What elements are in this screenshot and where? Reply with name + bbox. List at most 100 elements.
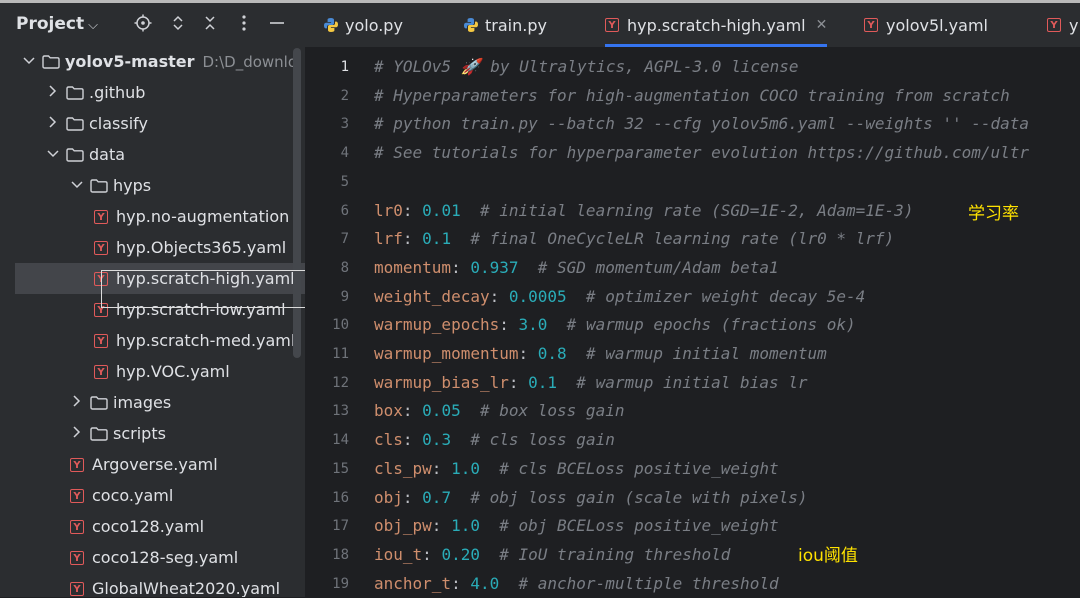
code-line[interactable]: obj_pw: 1.0 # obj BCELoss positive_weigh… <box>374 512 779 540</box>
tree-folder[interactable]: data <box>0 139 305 170</box>
chevron-down-icon[interactable] <box>22 54 36 69</box>
yaml-key: lr0 <box>374 200 403 220</box>
editor-tab-label: yolov5l.yaml <box>886 15 988 35</box>
yaml-file-icon: Y <box>70 550 84 565</box>
code-line[interactable]: warmup_momentum: 0.8 # warmup initial mo… <box>374 340 827 368</box>
code-line[interactable]: # python train.py --batch 32 --cfg yolov… <box>374 110 1029 138</box>
editor-tab-label: train.py <box>485 15 547 35</box>
yaml-file-icon: Y <box>70 457 84 472</box>
tree-item-label: hyp.VOC.yaml <box>116 362 230 381</box>
yaml-file-icon: Y <box>94 209 108 224</box>
expand-collapse-icon[interactable] <box>167 12 189 34</box>
tree-file[interactable]: Yhyp.VOC.yaml <box>0 356 305 387</box>
yaml-key: warmup_momentum <box>374 344 519 363</box>
line-number: 16 <box>332 489 349 506</box>
code-line[interactable]: warmup_epochs: 3.0 # warmup epochs (frac… <box>374 311 856 339</box>
chevron-right-icon[interactable] <box>70 394 84 411</box>
code-comment: # cls BCELoss positive_weight <box>499 458 779 478</box>
tree-file[interactable]: Y Argoverse.yaml <box>0 449 305 480</box>
code-comment: # obj loss gain (scale with pixels) <box>470 487 808 507</box>
line-number: 13 <box>332 403 349 420</box>
code-comment: # cls loss gain <box>470 430 615 450</box>
yaml-value: 0.3 <box>422 430 452 450</box>
folder-icon <box>90 396 108 410</box>
editor-tab[interactable]: yolo.py <box>323 3 403 47</box>
tree-folder[interactable]: images <box>0 387 305 418</box>
tree-file[interactable]: Yhyp.Objects365.yaml <box>0 232 305 263</box>
chevron-right-icon[interactable] <box>46 84 60 101</box>
tree-item-label: .github <box>89 83 146 102</box>
chevron-down-icon[interactable] <box>70 178 84 193</box>
code-line[interactable]: # See tutorials for hyperparameter evolu… <box>374 139 1029 167</box>
close-icon[interactable]: ✕ <box>816 17 828 33</box>
annotation-iou-threshold: iou阈值 <box>798 546 858 566</box>
more-options-icon[interactable] <box>233 12 255 34</box>
code-line[interactable]: momentum: 0.937 # SGD momentum/Adam beta… <box>374 254 779 282</box>
code-line[interactable]: # Hyperparameters for high-augmentation … <box>374 82 1010 110</box>
editor-tab[interactable]: Yhyp.scratch-high.yaml ✕ <box>605 3 828 47</box>
tree-item-label: hyps <box>113 176 152 195</box>
editor-tab[interactable]: train.py <box>463 3 547 47</box>
tree-file[interactable]: Y GlobalWheat2020.yaml <box>0 573 305 597</box>
chevron-right-icon[interactable] <box>70 425 84 442</box>
chevron-right-icon[interactable] <box>46 115 60 132</box>
tree-file[interactable]: Yhyp.scratch-med.yaml <box>0 325 305 356</box>
locate-icon[interactable] <box>132 12 154 34</box>
tree-item-label: hyp.scratch-high.yaml <box>116 269 295 288</box>
editor-tab[interactable]: Yy <box>1047 3 1078 47</box>
code-line[interactable]: iou_t: 0.20 # IoU training threshold <box>374 541 730 569</box>
tree-item-label: coco128.yaml <box>92 517 205 536</box>
tree-file[interactable]: Yhyp.no-augmentation <box>0 201 305 232</box>
yaml-key: warmup_bias_lr <box>374 372 509 392</box>
tree-folder[interactable]: yolov5-master D:\D_downlo <box>0 46 305 77</box>
tree-file[interactable]: Ycoco128-seg.yaml <box>0 542 305 573</box>
yaml-value: 3.0 <box>518 315 548 335</box>
code-comment: # See tutorials for hyperparameter evolu… <box>374 143 1030 163</box>
line-number: 6 <box>340 202 349 219</box>
project-view-selector[interactable]: Project ⌵ <box>16 14 98 34</box>
tree-file[interactable]: Ycoco128.yaml <box>0 511 305 542</box>
tree-file[interactable]: Yhyp.scratch-low.yaml <box>0 294 305 325</box>
line-number: 14 <box>332 432 349 449</box>
line-number: 1 <box>340 59 349 75</box>
yaml-value: 0.0005 <box>508 286 567 306</box>
code-line[interactable]: lrf: 0.1 # final OneCycleLR learning rat… <box>374 225 894 253</box>
tree-file[interactable]: Ycoco.yaml <box>0 480 305 511</box>
folder-icon <box>66 148 84 162</box>
code-line[interactable]: weight_decay: 0.0005 # optimizer weight … <box>374 283 865 311</box>
hide-panel-icon[interactable] <box>266 12 288 34</box>
code-line[interactable]: obj: 0.7 # obj loss gain (scale with pix… <box>374 484 808 512</box>
tree-folder[interactable]: classify <box>0 108 305 139</box>
tree-folder[interactable]: hyps <box>0 170 305 201</box>
tree-item-label: yolov5-master <box>65 52 195 71</box>
line-number: 7 <box>340 231 349 248</box>
tree-folder[interactable]: scripts <box>0 418 305 449</box>
folder-icon <box>66 117 84 131</box>
tree-item-label: hyp.no-augmentation <box>116 207 290 226</box>
code-comment: # initial learning rate (SGD=1E-2, Adam=… <box>479 200 914 220</box>
editor-tab-label: hyp.scratch-high.yaml <box>627 15 806 35</box>
yaml-key: cls <box>374 430 403 450</box>
chevron-down-icon[interactable] <box>46 147 60 162</box>
code-line[interactable]: box: 0.05 # box loss gain <box>374 397 624 425</box>
yaml-file-icon: Y <box>70 519 84 534</box>
collapse-all-icon[interactable] <box>199 12 221 34</box>
code-line[interactable]: # YOLOv5 🚀 by Ultralytics, AGPL-3.0 lice… <box>374 53 799 81</box>
project-scrollbar[interactable] <box>293 48 301 358</box>
code-line[interactable]: warmup_bias_lr: 0.1 # warmup initial bia… <box>374 369 807 397</box>
yaml-value: 4.0 <box>470 573 500 593</box>
code-comment: # obj BCELoss positive_weight <box>499 516 779 536</box>
tree-item-label: Argoverse.yaml <box>92 455 218 474</box>
yaml-key: weight_decay <box>374 286 490 306</box>
yaml-key: momentum <box>374 257 452 277</box>
code-line[interactable]: cls_pw: 1.0 # cls BCELoss positive_weigh… <box>374 455 779 483</box>
code-line[interactable]: lr0: 0.01 # initial learning rate (SGD=1… <box>374 197 913 225</box>
code-line[interactable]: anchor_t: 4.0 # anchor-multiple threshol… <box>374 570 779 598</box>
code-line[interactable]: cls: 0.3 # cls loss gain <box>374 426 615 454</box>
editor-tab[interactable]: Yyolov5l.yaml <box>864 3 988 47</box>
python-icon <box>323 17 339 33</box>
tree-file[interactable]: Yhyp.scratch-high.yaml <box>0 263 305 294</box>
tree-folder[interactable]: .github <box>0 77 305 108</box>
project-panel: Project ⌵ yolov5-master D:\D_downlo .github… <box>0 3 305 597</box>
yaml-file-icon: Y <box>94 302 108 317</box>
